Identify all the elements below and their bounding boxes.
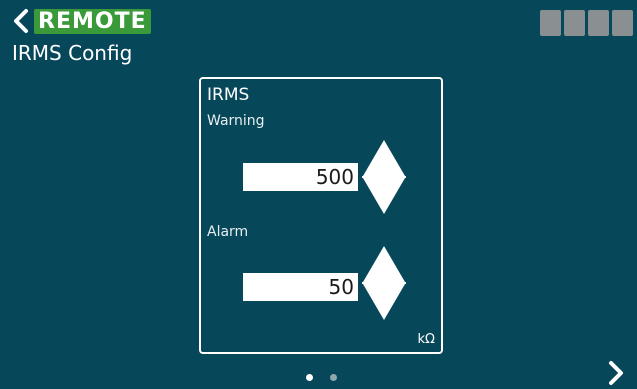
page-title: IRMS Config — [12, 41, 133, 65]
warning-decrease-button[interactable] — [362, 178, 406, 215]
alarm-decrease-button[interactable] — [362, 284, 406, 321]
status-indicator — [540, 10, 561, 36]
irms-config-panel: IRMS Warning 500 Alarm 50 kΩ — [199, 77, 443, 354]
triangle-up-icon — [363, 246, 405, 282]
warning-increase-button[interactable] — [362, 139, 406, 176]
remote-badge: REMOTE — [34, 9, 151, 34]
status-indicator — [564, 10, 585, 36]
status-indicator — [588, 10, 609, 36]
alarm-stepper — [362, 245, 406, 321]
alarm-increase-button[interactable] — [362, 245, 406, 282]
warning-value-field[interactable]: 500 — [243, 163, 358, 191]
alarm-label: Alarm — [207, 224, 249, 240]
alarm-value-field[interactable]: 50 — [243, 273, 358, 301]
status-indicators — [540, 10, 633, 36]
next-button[interactable] — [603, 357, 629, 389]
chevron-right-icon — [609, 361, 623, 385]
panel-title: IRMS — [207, 85, 250, 105]
warning-stepper — [362, 139, 406, 215]
status-indicator — [612, 10, 633, 36]
page-dot-active[interactable] — [306, 374, 313, 381]
unit-label: kΩ — [417, 332, 435, 347]
warning-label: Warning — [207, 113, 265, 129]
triangle-up-icon — [363, 140, 405, 176]
page-indicator — [306, 374, 337, 381]
triangle-down-icon — [363, 178, 405, 214]
triangle-down-icon — [363, 284, 405, 320]
page-dot-inactive[interactable] — [330, 374, 337, 381]
back-button[interactable] — [8, 5, 34, 37]
chevron-left-icon — [14, 9, 28, 33]
